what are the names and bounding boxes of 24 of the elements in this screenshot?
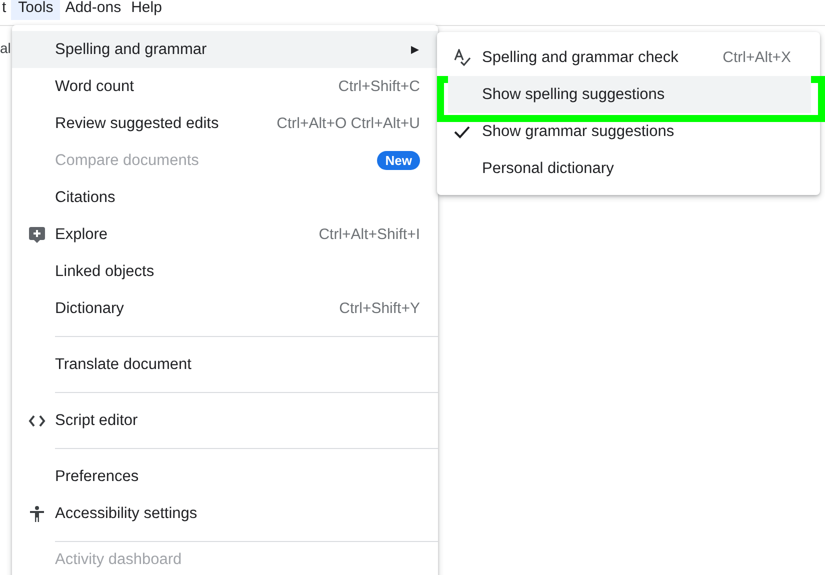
menu-bar-item[interactable]: Add-ons [60,0,126,20]
menu-item[interactable]: Linked objects [12,253,438,290]
menu-bar-item[interactable]: Help [126,0,167,20]
menu-item[interactable]: Word count Ctrl+Shift+C [12,68,438,105]
menu-item[interactable]: Spelling and grammar [12,31,438,68]
menu-item[interactable]: Spelling and grammar check Ctrl+Alt+X [448,39,811,76]
menu-item[interactable]: Script editor [12,402,438,439]
toolbar-text: al [0,40,11,56]
new-badge: New [377,151,420,170]
menu-item[interactable]: Dictionary Ctrl+Shift+Y [12,290,438,327]
menu-item[interactable]: Show spelling suggestions [448,76,811,113]
menu-item[interactable]: Preferences [12,458,438,495]
menu-bar-item[interactable]: t [0,0,12,20]
menu-item[interactable]: Accessibility settings [12,495,438,532]
menu-bar-item[interactable]: Tools [11,0,60,20]
menu-item[interactable]: Personal dictionary [448,150,811,187]
menu-item[interactable]: Translate document [12,346,438,383]
menu-item[interactable]: Citations [12,179,438,216]
menu-item[interactable]: Review suggested edits Ctrl+Alt+O Ctrl+Alt+U [12,105,438,142]
menu-item[interactable]: Explore Ctrl+Alt+Shift+I [12,216,438,253]
spellcheck-icon [453,48,471,66]
accessibility-icon [28,504,46,522]
menu-item[interactable]: Show grammar suggestions [448,113,811,150]
explore-icon [28,226,46,244]
